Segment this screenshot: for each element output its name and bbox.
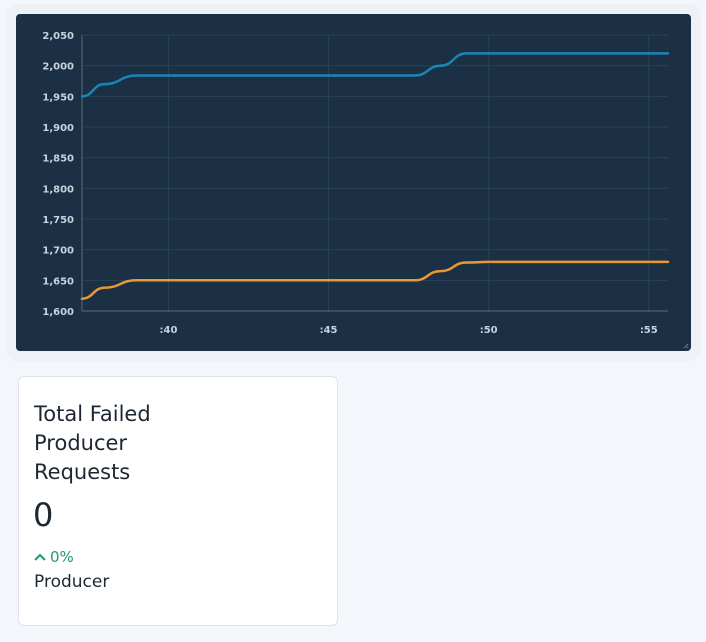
series-line-1 xyxy=(80,52,670,98)
y-tick-label: 1,600 xyxy=(42,307,74,318)
y-tick-label: 2,000 xyxy=(42,62,74,73)
change-percent: 0% xyxy=(50,548,74,566)
line-chart: 1,600 1,650 1,700 1,750 1,800 1,850 1,900 1,950… xyxy=(42,31,689,349)
resize-handle-icon xyxy=(683,343,689,349)
line-chart-panel: 1,600 1,650 1,700 1,750 1,800 1,850 1,900 1,950… xyxy=(16,14,691,351)
y-tick-label: 1,700 xyxy=(42,246,74,257)
x-tick-label: :50 xyxy=(480,325,498,336)
total-failed-producer-requests-card[interactable]: Total Failed Producer Requests 0 0% Prod… xyxy=(18,376,338,626)
y-tick-label: 1,750 xyxy=(42,215,74,226)
y-tick-label: 1,950 xyxy=(42,92,74,103)
change-indicator: 0% xyxy=(33,547,74,567)
y-tick-label: 1,650 xyxy=(42,276,74,287)
card-subtitle: Producer xyxy=(34,572,110,592)
y-tick-label: 1,900 xyxy=(42,123,74,134)
chevron-up-icon xyxy=(34,553,46,561)
x-tick-label: :45 xyxy=(320,325,338,336)
y-tick-label: 2,050 xyxy=(42,31,74,42)
x-tick-label: :55 xyxy=(640,325,658,336)
x-tick-label: :40 xyxy=(159,325,177,336)
y-tick-label: 1,850 xyxy=(42,154,74,165)
card-value: 0 xyxy=(33,496,54,534)
card-title: Total Failed Producer Requests xyxy=(34,402,151,484)
y-tick-label: 1,800 xyxy=(42,184,74,195)
